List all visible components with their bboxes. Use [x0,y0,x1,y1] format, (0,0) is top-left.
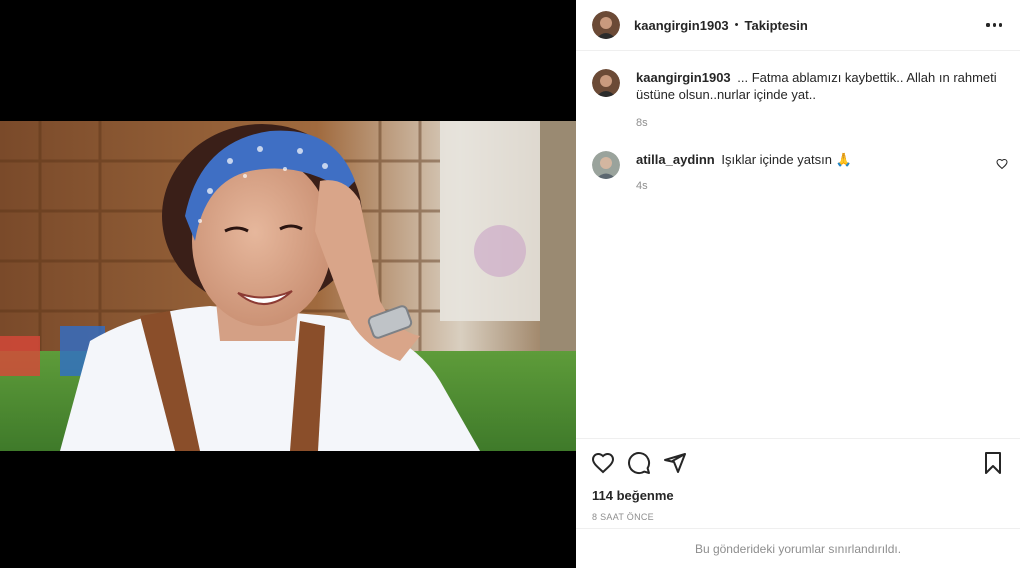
post-header: kaangirgin1903 • Takiptesin [576,0,1020,51]
post-timestamp[interactable]: 8 SAAT ÖNCE [592,512,654,522]
caption-username[interactable]: kaangirgin1903 [636,70,731,85]
caption-item: kaangirgin1903 ... Fatma ablamızı kaybet… [592,69,1008,129]
comment-body: atilla_aydinn Işıklar içinde yatsın 🙏 [636,151,1008,168]
comment-item: atilla_aydinn Işıklar içinde yatsın 🙏 4s [592,151,1008,192]
post-photo[interactable] [0,121,576,451]
heart-icon[interactable] [591,451,615,480]
commenter-avatar[interactable] [592,151,620,179]
comments-restricted-notice: Bu gönderideki yorumlar sınırlandırıldı. [576,528,1020,568]
like-comment-icon[interactable] [996,157,1008,175]
comment-username[interactable]: atilla_aydinn [636,152,715,167]
author-avatar[interactable] [592,11,620,39]
follow-state-button[interactable]: Takiptesin [745,18,808,33]
action-icon-row [591,451,1005,475]
comment-text: Işıklar içinde yatsın 🙏 [721,152,852,167]
likes-count[interactable]: 114 beğenme [592,488,674,503]
header-separator: • [734,19,739,31]
share-icon[interactable] [663,451,687,480]
caption-time[interactable]: 8s [636,117,1008,129]
comments-list: kaangirgin1903 ... Fatma ablamızı kaybet… [576,51,1020,438]
author-username[interactable]: kaangirgin1903 [634,18,729,33]
caption-body: kaangirgin1903 ... Fatma ablamızı kaybet… [636,69,1008,103]
post-actions: 114 beğenme 8 SAAT ÖNCE [576,438,1020,528]
post-side-pane: kaangirgin1903 • Takiptesin kaangirgin19… [576,0,1020,568]
bookmark-icon[interactable] [981,451,1005,480]
more-options-icon[interactable] [984,17,1004,32]
comment-icon[interactable] [627,451,651,480]
comment-time[interactable]: 4s [636,180,1008,192]
post-media-pane [0,0,576,568]
caption-avatar[interactable] [592,69,620,97]
